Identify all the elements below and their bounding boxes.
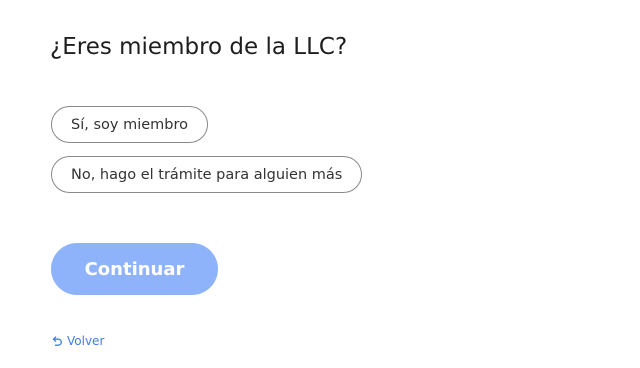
page: ¿Eres miembro de la LLC? Sí, soy miembro…: [0, 0, 640, 368]
back-link-label: Volver: [67, 334, 105, 348]
undo-arrow-icon: [51, 335, 63, 347]
back-link[interactable]: Volver: [51, 334, 104, 348]
option-yes-member-button[interactable]: Sí, soy miembro: [51, 106, 208, 143]
option-for-someone-else-button[interactable]: No, hago el trámite para alguien más: [51, 156, 363, 193]
continue-button[interactable]: Continuar: [51, 243, 218, 295]
page-title: ¿Eres miembro de la LLC?: [50, 34, 348, 60]
option-list: Sí, soy miembro No, hago el trámite para…: [51, 106, 363, 193]
